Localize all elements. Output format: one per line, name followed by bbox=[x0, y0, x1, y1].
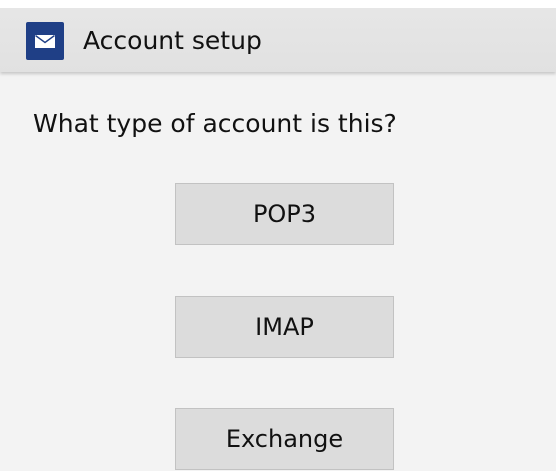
imap-button[interactable]: IMAP bbox=[175, 296, 394, 358]
pop3-button[interactable]: POP3 bbox=[175, 183, 394, 245]
status-strip bbox=[0, 0, 556, 8]
exchange-button[interactable]: Exchange bbox=[175, 408, 394, 470]
action-bar: Account setup bbox=[0, 0, 556, 72]
account-setup-screen: Account setup What type of account is th… bbox=[0, 0, 556, 471]
page-title: Account setup bbox=[83, 26, 262, 55]
mail-icon bbox=[26, 22, 64, 60]
account-type-prompt: What type of account is this? bbox=[33, 109, 397, 138]
